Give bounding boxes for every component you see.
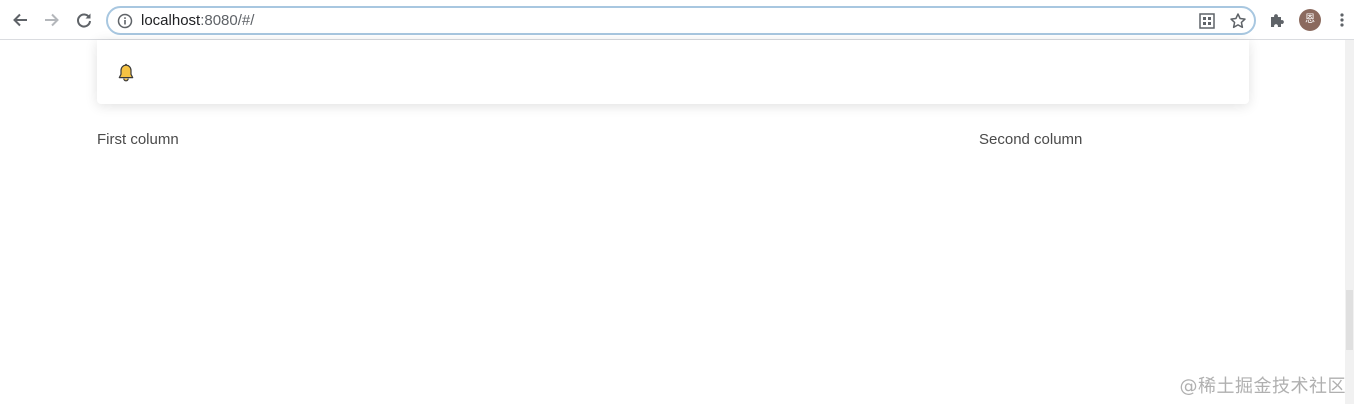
url-text[interactable]: localhost:8080/#/ [141,12,254,30]
extensions-button[interactable] [1265,8,1289,32]
forward-button[interactable] [40,8,64,32]
browser-toolbar: localhost:8080/#/ 恩 [0,0,1354,40]
back-button[interactable] [8,8,32,32]
reload-button[interactable] [72,8,96,32]
bell-icon[interactable] [117,63,135,83]
profile-avatar[interactable]: 恩 [1299,9,1321,31]
info-icon[interactable] [116,12,134,30]
qr-code-icon[interactable] [1198,12,1216,30]
first-column-label: First column [97,131,179,148]
page-scrollbar[interactable] [1345,40,1354,404]
forward-arrow-icon [45,13,59,27]
header-card [97,40,1249,104]
url-host: localhost [141,12,201,29]
bookmark-star-icon[interactable] [1229,12,1247,30]
address-bar[interactable]: localhost:8080/#/ [106,6,1256,35]
watermark-text: @稀土掘金技术社区 [1179,376,1346,397]
second-column-label: Second column [979,131,1083,148]
back-arrow-icon [13,13,27,27]
puzzle-piece-icon [1271,14,1284,27]
more-vert-icon [1340,13,1344,27]
scrollbar-thumb[interactable] [1346,290,1353,350]
browser-menu-button[interactable] [1330,8,1354,32]
url-path: :8080/#/ [200,12,255,29]
reload-icon [77,13,91,28]
